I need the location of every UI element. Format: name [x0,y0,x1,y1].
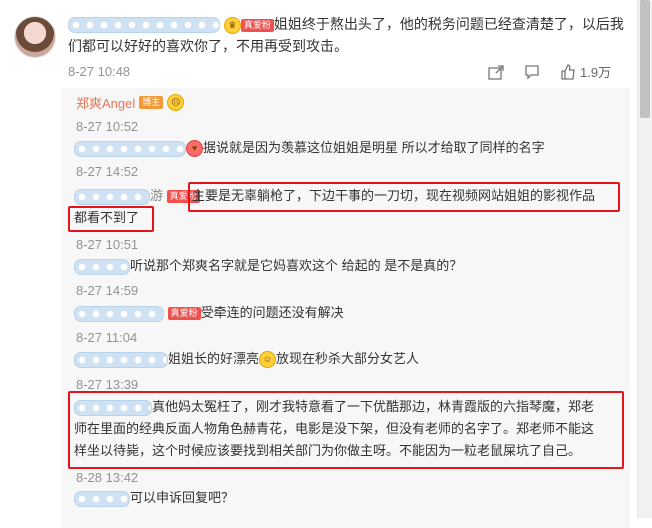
like-count: 1.9万 [580,65,612,80]
crying-emoji-icon: ☹ [167,94,185,111]
avatar[interactable] [14,16,56,58]
reply-text: 听说那个郑爽名字就是它妈喜欢这个 给起的 是不是真的？ [130,258,463,273]
reply-text: 据说就是因为羡慕这位姐姐是明星 所以才给取了同样的名字 [203,140,545,155]
reply-time: 8-27 14:52 [76,164,139,179]
comment-toolbar: 1.9万 [488,62,611,81]
reply-item: ♥ 据说就是因为羡慕这位姐姐是明星 所以才给取了同样的名字 [74,138,545,158]
reply-item: 游 真爱粉 [74,186,200,206]
reply-item: 姐姐长的好漂亮 ☺ 放现在秒杀大部分女艺人 [74,349,419,369]
reply-text-line1: 主要是无辜躺枪了，下边干事的一刀切，现在视频网站姐姐的影视作品 [192,188,596,203]
main-comment: ♛ 真爱粉 姐姐终于熬出头了，他的税务问题已经查清楚了，以后我 们都可以好好的喜欢你… [68,13,633,57]
like-icon[interactable] [560,63,576,80]
comment-text-line2: 们都可以好好的喜欢你了，不用再受到攻击。 [68,38,348,54]
reply-text-line1: 真他妈太冤枉了，刚才我特意看了一下优酷那边，林青霞版的六指琴魔，郑老 [152,399,595,414]
comment-time: 8-27 10:48 [68,64,131,79]
love-emoji-icon: ♥ [186,140,203,158]
share-icon[interactable] [488,64,504,80]
reply-item: 真爱粉 受牵连的问题还没有解决 [74,303,344,323]
reply-text: 受牵连的问题还没有解决 [200,305,344,320]
reply-time: 8-27 14:59 [76,283,139,298]
masked-username[interactable] [74,140,186,157]
author-name[interactable]: 郑爽Angel [76,93,135,112]
reply-time: 8-27 10:52 [76,119,139,134]
comment-icon[interactable] [524,64,540,80]
author-row: 郑爽Angel 博主 ☹ [76,93,185,112]
username-fragment: 游 [150,188,164,203]
reply-text-line3: 样坐以待毙，这个时候应该要找到相关部门为你做主呀。不能因为一粒老鼠屎坑了自己。 [74,443,582,458]
masked-username[interactable] [74,490,130,507]
scrollbar-thumb[interactable] [640,0,650,118]
reply-item: 听说那个郑爽名字就是它妈喜欢这个 给起的 是不是真的？ [74,256,462,276]
masked-username[interactable] [74,188,150,205]
crown-emoji-icon: ♛ [223,16,241,34]
masked-username[interactable] [74,351,168,368]
reply-text: 姐姐长的好漂亮 [168,351,260,366]
masked-username[interactable] [74,399,152,416]
fan-badge: 真爱粉 [240,18,274,32]
reply-time: 8-27 11:04 [76,330,138,345]
masked-username[interactable] [68,17,220,34]
reply-time: 8-27 13:39 [76,377,139,392]
reply-time: 8-28 13:42 [76,470,139,485]
reply-text-line2: 师在里面的经典反面人物角色赫青花，电影是没下架，但没有老师的名字了。郑老师不能这 [74,421,595,436]
reply-item: 可以申诉回复吧？ [74,488,234,508]
reply-text-after: 放现在秒杀大部分女艺人 [276,351,420,366]
comment-text-line1: 姐姐终于熬出头了，他的税务问题已经查清楚了，以后我 [273,16,624,32]
blogger-badge: 博主 [139,96,164,109]
reply-text-line2: 都看不到了 [74,210,140,225]
laughing-emoji-icon: ☺ [259,351,277,369]
masked-username[interactable] [74,258,130,275]
reply-text: 可以申诉回复吧？ [130,490,235,505]
masked-username[interactable] [74,305,164,322]
reply-time: 8-27 10:51 [76,237,139,252]
fan-badge: 真爱粉 [167,307,201,321]
reply-item: 真他妈太冤枉了，刚才我特意看了一下优酷那边，林青霞版的六指琴魔，郑老 [74,397,594,417]
